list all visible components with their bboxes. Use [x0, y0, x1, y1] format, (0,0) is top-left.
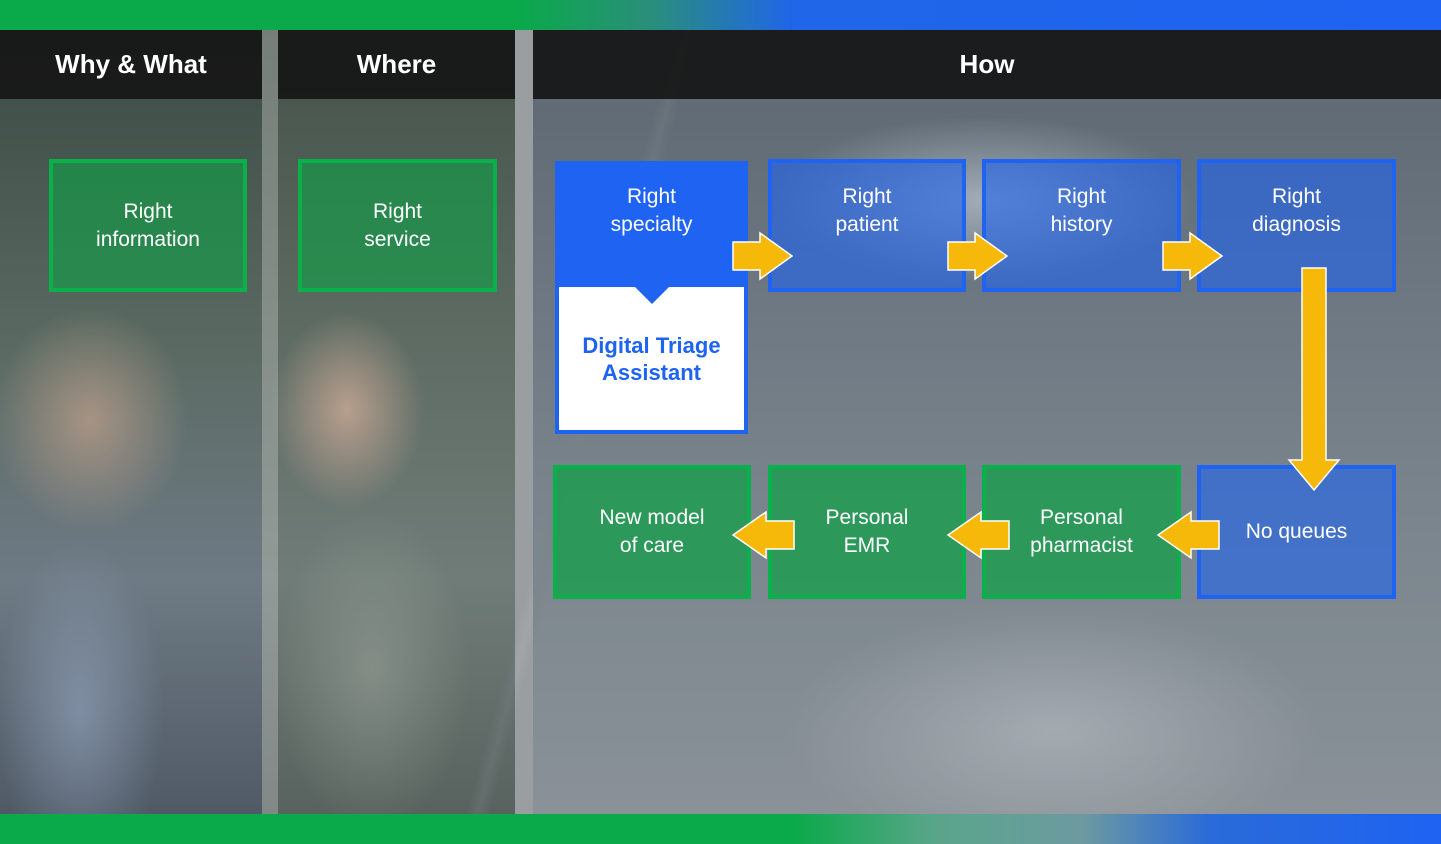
arrow-left-icon [946, 510, 1010, 560]
arrow-left-icon [1156, 510, 1220, 560]
flow-arrows [731, 231, 1341, 560]
arrow-right-icon [1162, 231, 1224, 281]
arrow-down-icon [1287, 267, 1341, 492]
arrow-right-icon [947, 231, 1009, 281]
arrow-right-icon [732, 231, 794, 281]
arrow-left-icon [731, 510, 795, 560]
